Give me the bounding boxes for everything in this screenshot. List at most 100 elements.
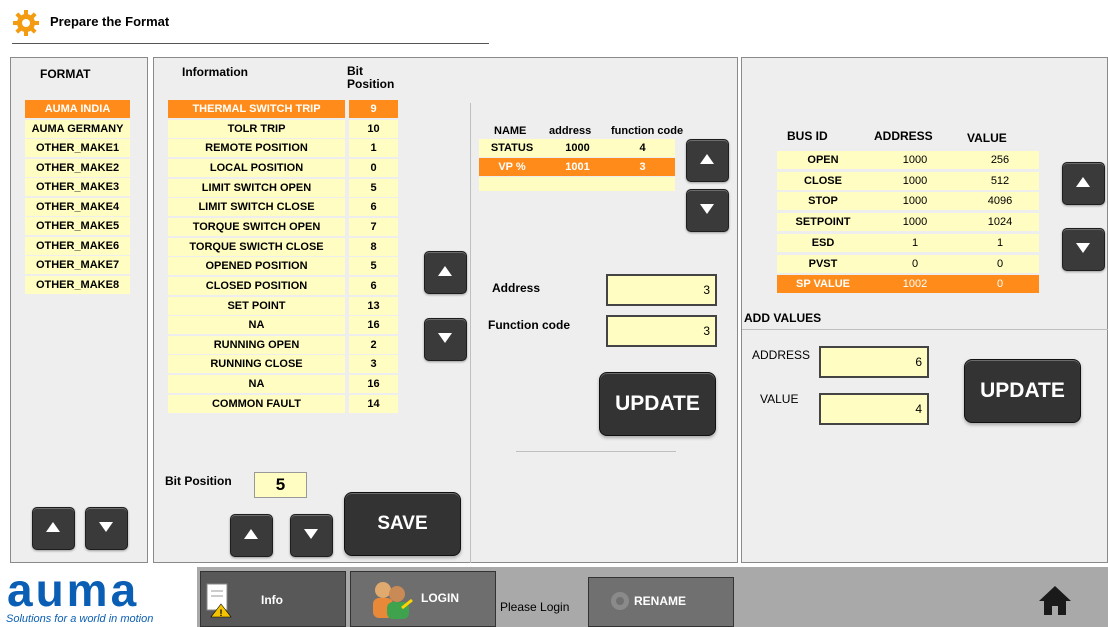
information-row[interactable]: LIMIT SWITCH OPEN bbox=[168, 178, 345, 197]
bit-position-field[interactable]: 5 bbox=[254, 472, 307, 498]
information-row[interactable]: CLOSED POSITION bbox=[168, 276, 345, 295]
bus-up-button[interactable] bbox=[1062, 162, 1105, 205]
bus-address-cell[interactable]: 1000 bbox=[869, 192, 961, 211]
name-cell[interactable]: STATUS bbox=[479, 139, 545, 157]
information-row[interactable]: TORQUE SWITCH OPEN bbox=[168, 217, 345, 236]
function-code-cell[interactable]: 4 bbox=[610, 139, 675, 157]
bit-position-cell[interactable]: 1 bbox=[349, 139, 398, 158]
bus-value-cell[interactable]: 1024 bbox=[961, 213, 1039, 232]
bit-position-cell[interactable]: 0 bbox=[349, 158, 398, 177]
bus-value-cell[interactable]: 1 bbox=[961, 233, 1039, 252]
format-list-item[interactable]: OTHER_MAKE5 bbox=[25, 217, 130, 235]
format-up-button[interactable] bbox=[32, 507, 75, 550]
bus-address-cell[interactable]: 1000 bbox=[869, 171, 961, 190]
information-row[interactable]: RUNNING CLOSE bbox=[168, 355, 345, 374]
bit-position-cell[interactable]: 2 bbox=[349, 335, 398, 354]
information-row[interactable]: LOCAL POSITION bbox=[168, 158, 345, 177]
bit-position-cell[interactable]: 5 bbox=[349, 257, 398, 276]
bit-position-cell[interactable]: 6 bbox=[349, 276, 398, 295]
bus-address-cell[interactable]: 1 bbox=[869, 233, 961, 252]
format-list-item[interactable]: AUMA INDIA bbox=[25, 100, 130, 118]
information-row[interactable]: NA bbox=[168, 316, 345, 335]
add-address-field[interactable]: 6 bbox=[819, 346, 929, 378]
bus-id-cell[interactable]: PVST bbox=[777, 254, 869, 273]
add-value-field[interactable]: 4 bbox=[819, 393, 929, 425]
address-col-header: address bbox=[549, 125, 592, 137]
bus-value-cell[interactable]: 0 bbox=[961, 275, 1039, 294]
bit-position-header: Bit Position bbox=[347, 64, 395, 91]
bus-id-cell[interactable]: SETPOINT bbox=[777, 213, 869, 232]
bus-value-cell[interactable]: 0 bbox=[961, 254, 1039, 273]
bus-id-cell[interactable]: OPEN bbox=[777, 151, 869, 169]
information-row[interactable]: NA bbox=[168, 375, 345, 394]
bus-address-cell[interactable]: 1000 bbox=[869, 213, 961, 232]
address-field[interactable]: 3 bbox=[606, 274, 717, 306]
bit-down-button[interactable] bbox=[290, 514, 333, 557]
bit-position-cell[interactable]: 6 bbox=[349, 198, 398, 217]
bit-position-cell[interactable]: 10 bbox=[349, 119, 398, 138]
arrow-down-icon bbox=[700, 204, 714, 214]
home-icon[interactable] bbox=[1038, 584, 1072, 616]
update-values-button[interactable]: UPDATE bbox=[964, 359, 1081, 423]
format-list-item[interactable]: OTHER_MAKE4 bbox=[25, 197, 130, 216]
bit-position-cell[interactable]: 16 bbox=[349, 375, 398, 394]
information-row[interactable]: RUNNING OPEN bbox=[168, 335, 345, 354]
bit-position-cell[interactable]: 7 bbox=[349, 217, 398, 236]
login-button[interactable]: LOGIN bbox=[350, 571, 496, 627]
format-down-button[interactable] bbox=[85, 507, 128, 550]
login-status: Please Login bbox=[500, 600, 570, 614]
bit-position-cell[interactable]: 3 bbox=[349, 355, 398, 374]
bit-position-cell[interactable]: 14 bbox=[349, 394, 398, 413]
name-cell[interactable]: VP % bbox=[479, 158, 545, 176]
bus-down-button[interactable] bbox=[1062, 228, 1105, 271]
format-list-item[interactable]: OTHER_MAKE7 bbox=[25, 256, 130, 274]
info-up-button[interactable] bbox=[424, 251, 467, 294]
title-bar: Prepare the Format bbox=[0, 0, 1108, 50]
information-row[interactable]: LIMIT SWITCH CLOSE bbox=[168, 198, 345, 217]
information-row[interactable]: TORQUE SWICTH CLOSE bbox=[168, 237, 345, 256]
bus-id-cell[interactable]: SP VALUE bbox=[777, 275, 869, 294]
bus-id-cell[interactable]: ESD bbox=[777, 233, 869, 252]
address-cell[interactable]: 1001 bbox=[545, 158, 610, 176]
information-row[interactable]: TOLR TRIP bbox=[168, 119, 345, 138]
bit-position-cell[interactable]: 9 bbox=[349, 100, 398, 118]
function-code-cell[interactable]: 3 bbox=[610, 158, 675, 176]
document-warning-icon: ! bbox=[206, 583, 232, 618]
bit-position-cell[interactable]: 16 bbox=[349, 316, 398, 335]
bus-value-cell[interactable]: 256 bbox=[961, 151, 1039, 169]
bus-address-cell[interactable]: 1000 bbox=[869, 151, 961, 169]
bus-address-cell[interactable]: 1002 bbox=[869, 275, 961, 294]
information-row[interactable]: OPENED POSITION bbox=[168, 257, 345, 276]
format-list-item[interactable]: OTHER_MAKE6 bbox=[25, 236, 130, 255]
bit-up-button[interactable] bbox=[230, 514, 273, 557]
format-list-item[interactable]: OTHER_MAKE3 bbox=[25, 178, 130, 196]
rename-button[interactable]: RENAME bbox=[588, 577, 734, 627]
format-list-item[interactable]: AUMA GERMANY bbox=[25, 119, 130, 138]
information-row[interactable]: SET POINT bbox=[168, 296, 345, 315]
format-list-item[interactable]: OTHER_MAKE2 bbox=[25, 158, 130, 177]
information-row[interactable]: COMMON FAULT bbox=[168, 394, 345, 413]
info-button[interactable]: ! Info bbox=[200, 571, 346, 627]
name-up-button[interactable] bbox=[686, 139, 729, 182]
bit-position-cell[interactable]: 13 bbox=[349, 296, 398, 315]
function-code-field[interactable]: 3 bbox=[606, 315, 717, 347]
bus-id-cell[interactable]: STOP bbox=[777, 192, 869, 211]
bus-value-cell[interactable]: 4096 bbox=[961, 192, 1039, 211]
bus-address-cell[interactable]: 0 bbox=[869, 254, 961, 273]
info-down-button[interactable] bbox=[424, 318, 467, 361]
information-row[interactable]: THERMAL SWITCH TRIP bbox=[168, 100, 345, 118]
name-empty-row bbox=[479, 177, 675, 191]
bus-value-cell[interactable]: 512 bbox=[961, 171, 1039, 190]
svg-text:!: ! bbox=[220, 608, 223, 618]
bus-id-cell[interactable]: CLOSE bbox=[777, 171, 869, 190]
format-list-item[interactable]: OTHER_MAKE1 bbox=[25, 139, 130, 157]
information-row[interactable]: REMOTE POSITION bbox=[168, 139, 345, 158]
address-cell[interactable]: 1000 bbox=[545, 139, 610, 157]
name-down-button[interactable] bbox=[686, 189, 729, 232]
save-button[interactable]: SAVE bbox=[344, 492, 461, 556]
update-address-button[interactable]: UPDATE bbox=[599, 372, 716, 436]
format-list-item[interactable]: OTHER_MAKE8 bbox=[25, 275, 130, 294]
page-title: Prepare the Format bbox=[50, 14, 170, 29]
bit-position-cell[interactable]: 5 bbox=[349, 178, 398, 197]
bit-position-cell[interactable]: 8 bbox=[349, 237, 398, 256]
